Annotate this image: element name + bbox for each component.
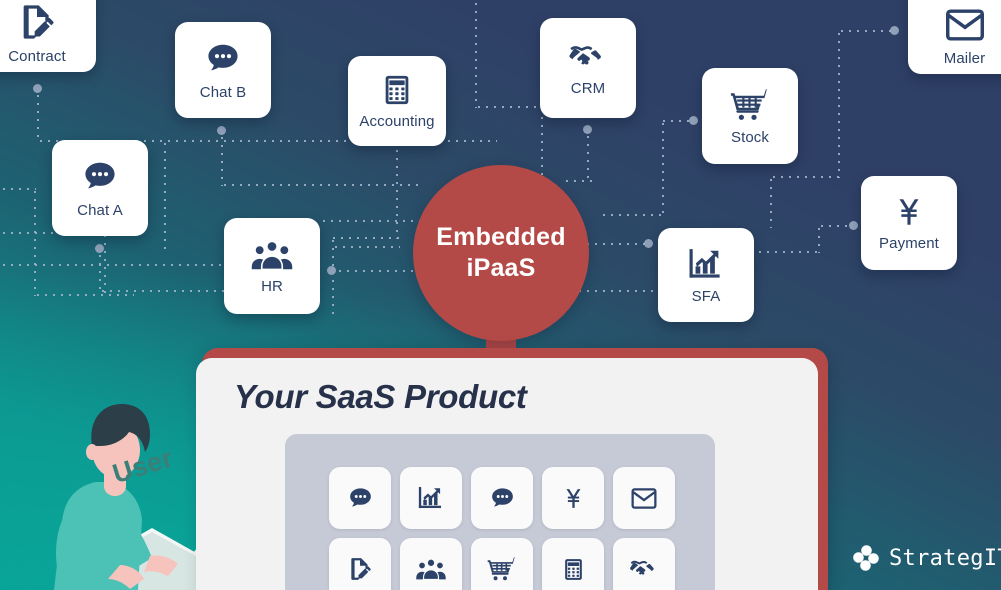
connector-segment	[0, 188, 36, 190]
envelope-icon	[944, 6, 986, 44]
hub-title-line1: Embedded	[436, 223, 566, 251]
connector-segment	[164, 140, 166, 250]
app-card-label: Accounting	[359, 113, 435, 130]
connector-segment	[99, 290, 229, 292]
app-card-label: Stock	[730, 129, 769, 146]
connector-segment	[37, 92, 39, 142]
app-card-label: Payment	[879, 235, 939, 252]
handshake-icon	[568, 40, 608, 74]
app-card-crm[interactable]: CRM	[540, 18, 636, 118]
app-card-chat-b[interactable]: Chat B	[175, 22, 271, 118]
connector-segment	[838, 30, 892, 32]
connector-segment	[34, 294, 134, 296]
connector-segment	[330, 237, 400, 239]
app-card-hr[interactable]: HR	[224, 218, 320, 314]
connector-segment	[221, 184, 421, 186]
connector-segment	[563, 180, 593, 182]
app-card-stock[interactable]: Stock	[702, 68, 798, 164]
connector-segment	[475, 106, 543, 108]
handshake-icon	[630, 560, 654, 575]
chat-icon	[491, 487, 513, 507]
connector-segment	[818, 225, 852, 227]
tile-contract[interactable]	[329, 538, 391, 590]
chat-icon	[81, 158, 119, 196]
app-card-label: Chat A	[77, 202, 123, 219]
connector-segment	[396, 139, 398, 239]
connector-segment	[818, 225, 820, 253]
brand-logo: StrategIT	[852, 544, 1001, 572]
shopping-cart-icon	[487, 557, 515, 581]
connector-segment	[660, 120, 692, 122]
yen-icon	[566, 488, 580, 508]
app-card-label: Chat B	[199, 84, 247, 101]
connector-segment	[320, 220, 430, 222]
tile-chat-a[interactable]	[329, 467, 391, 529]
app-card-label: Contract	[8, 48, 66, 65]
tile-stock[interactable]	[471, 538, 533, 590]
app-card-label: SFA	[691, 288, 721, 305]
envelope-icon	[631, 487, 657, 509]
shopping-cart-icon	[730, 87, 770, 123]
tile-hr[interactable]	[400, 538, 462, 590]
contract-icon	[17, 2, 57, 42]
connector-segment	[221, 134, 223, 186]
people-icon	[416, 558, 446, 581]
connector-segment	[770, 176, 840, 178]
tile-crm[interactable]	[613, 538, 675, 590]
tile-sfa[interactable]	[400, 467, 462, 529]
bar-chart-icon	[418, 487, 442, 509]
infographic-canvas: Embedded iPaaS Contract Chat B Accountin…	[0, 0, 1001, 590]
app-card-payment[interactable]: Payment	[861, 176, 957, 270]
app-card-mailer[interactable]: Mailer	[908, 0, 1001, 74]
chat-icon	[349, 487, 371, 507]
connector-segment	[99, 252, 101, 292]
people-icon	[250, 238, 294, 272]
calculator-icon	[380, 73, 414, 107]
app-card-label: HR	[261, 278, 283, 295]
connector-segment	[770, 176, 772, 228]
integration-tile-grid	[329, 467, 675, 590]
app-card-label: Mailer	[943, 50, 986, 67]
app-card-contract[interactable]: Contract	[0, 0, 96, 72]
connector-segment	[600, 214, 666, 216]
connector-segment	[104, 232, 106, 294]
connector-segment	[568, 290, 658, 292]
hub-title-line2: iPaaS	[466, 254, 536, 282]
tile-mailer[interactable]	[613, 467, 675, 529]
connector-segment	[475, 0, 477, 108]
brand-name: StrategIT	[889, 545, 1001, 571]
connector-segment	[662, 120, 664, 216]
connector-segment	[336, 270, 426, 272]
connector-segment	[584, 243, 646, 245]
hub-embedded-ipaas: Embedded iPaaS	[413, 165, 589, 341]
connector-segment	[332, 246, 400, 248]
bar-chart-icon	[687, 246, 725, 282]
tile-chat-b[interactable]	[471, 467, 533, 529]
connector-segment	[587, 133, 589, 181]
app-card-sfa[interactable]: SFA	[658, 228, 754, 322]
yen-icon	[892, 195, 926, 229]
contract-icon	[351, 558, 371, 580]
tile-payment[interactable]	[542, 467, 604, 529]
app-card-accounting[interactable]: Accounting	[348, 56, 446, 146]
connector-segment	[838, 30, 840, 178]
tile-accounting[interactable]	[542, 538, 604, 590]
chat-icon	[204, 40, 242, 78]
connector-segment	[34, 188, 36, 296]
app-card-chat-a[interactable]: Chat A	[52, 140, 148, 236]
four-dot-logo-icon	[853, 545, 879, 571]
connector-node	[327, 266, 336, 275]
app-card-label: CRM	[570, 80, 606, 97]
connector-segment	[332, 237, 334, 319]
page-title: Your SaaS Product	[234, 378, 527, 415]
calculator-icon	[564, 558, 582, 580]
